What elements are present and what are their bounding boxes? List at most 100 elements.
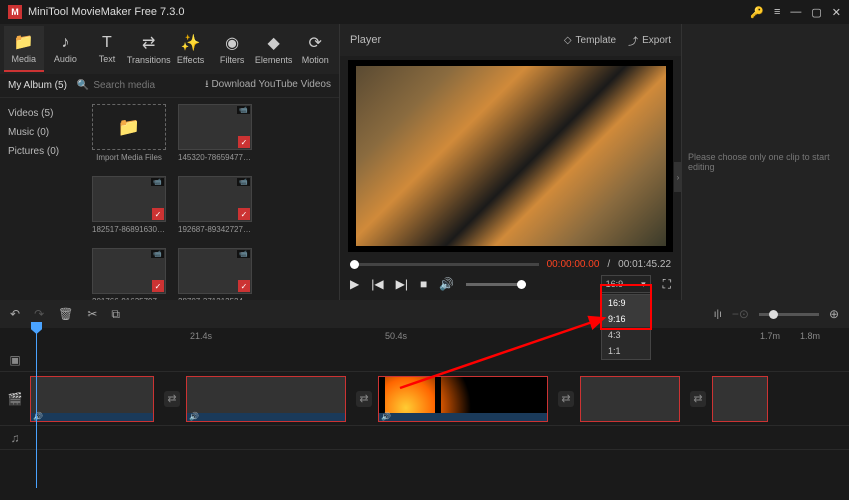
stop-button[interactable]: ■ — [420, 277, 427, 291]
album-label[interactable]: My Album (5) — [8, 80, 67, 91]
ratio-option[interactable]: 9:16 — [602, 311, 650, 327]
play-button[interactable]: ▶ — [350, 277, 359, 291]
maximize-button[interactable]: ▢ — [811, 6, 821, 19]
toolbar-elements[interactable]: ◆Elements — [254, 26, 294, 72]
download-icon: ⭳ — [205, 79, 209, 90]
seek-bar[interactable] — [350, 263, 539, 266]
media-category-sidebar: Videos (5)Music (0)Pictures (0) — [0, 98, 84, 300]
toolbar-media[interactable]: 📁Media — [4, 26, 44, 72]
media-category[interactable]: Music (0) — [0, 123, 84, 142]
timeline-clip[interactable] — [580, 376, 680, 422]
prev-frame-button[interactable]: |◀ — [371, 277, 383, 291]
search-input[interactable]: 🔍 Search media — [77, 80, 205, 91]
effects-icon: ✨ — [181, 33, 201, 53]
ruler-mark: 1.8m — [800, 331, 820, 341]
media-category[interactable]: Videos (5) — [0, 104, 84, 123]
template-button[interactable]: ◇ Template — [564, 35, 616, 46]
media-library-panel: 📁Media♪AudioTText⇄Transitions✨Effects◉Fi… — [0, 24, 340, 300]
close-button[interactable]: ✕ — [832, 6, 841, 19]
volume-icon[interactable]: 🔊 — [439, 277, 454, 291]
elements-icon: ◆ — [268, 33, 280, 53]
video-badge-icon: 📹 — [237, 106, 250, 114]
properties-empty-message: Please choose only one clip to start edi… — [682, 152, 849, 172]
media-icon: 📁 — [14, 32, 34, 52]
timeline-clip[interactable]: 🔊 — [186, 376, 346, 422]
volume-slider[interactable] — [466, 283, 526, 286]
check-icon: ✓ — [152, 208, 164, 220]
track-label-audio-icon[interactable]: ♫ — [0, 431, 30, 445]
toolbar-filters[interactable]: ◉Filters — [212, 26, 252, 72]
ratio-option[interactable]: 1:1 — [602, 343, 650, 359]
check-icon: ✓ — [238, 280, 250, 292]
toolbar-audio[interactable]: ♪Audio — [46, 26, 86, 72]
toolbar-motion[interactable]: ⟳Motion — [295, 26, 335, 72]
toolbar-effects[interactable]: ✨Effects — [171, 26, 211, 72]
minimize-button[interactable]: — — [790, 6, 801, 18]
media-clip[interactable]: 📹✓145320-786594776... — [176, 104, 254, 168]
video-badge-icon: 📹 — [151, 178, 164, 186]
clip-audio-icon: 🔊 — [33, 412, 43, 421]
media-clip[interactable]: 📹✓201766-916357972... — [90, 248, 168, 300]
playhead[interactable] — [36, 328, 37, 488]
panel-collapse-handle[interactable]: › — [674, 162, 682, 192]
timeline-audio-icon[interactable]: ı|ı — [714, 309, 722, 320]
properties-panel: › Please choose only one clip to start e… — [681, 24, 849, 300]
player-panel: Player ◇ Template ⤴ Export 00:00:00.00 /… — [340, 24, 681, 300]
search-placeholder: Search media — [93, 80, 155, 91]
aspect-ratio-dropdown: 16:99:164:31:1 — [601, 294, 651, 360]
crop-button[interactable]: ⧉ — [111, 307, 120, 322]
video-track[interactable]: 🔊 ⇄ 🔊 ⇄ 🔊 ⇄ ⇄ — [30, 372, 849, 425]
zoom-out-button[interactable]: −⊙ — [732, 307, 749, 321]
chevron-down-icon: ▾ — [641, 279, 646, 290]
zoom-slider[interactable] — [759, 313, 819, 316]
track-label-video-icon[interactable]: 🎬 — [0, 392, 30, 406]
export-button[interactable]: ⤴ Export — [628, 33, 671, 48]
upgrade-key-icon[interactable]: 🔑 — [750, 6, 764, 19]
aspect-ratio-select[interactable]: 16:9 ▾ — [601, 275, 651, 293]
media-category[interactable]: Pictures (0) — [0, 142, 84, 161]
redo-button[interactable]: ↷ — [34, 307, 44, 321]
preview-area[interactable] — [348, 60, 673, 252]
ratio-option[interactable]: 16:9 — [602, 295, 650, 311]
folder-icon: 📁 — [118, 117, 140, 138]
media-clip[interactable]: 📹✓28707-371213524_t... — [176, 248, 254, 300]
player-title: Player — [350, 34, 552, 46]
clip-name: 145320-786594776... — [178, 153, 252, 162]
preview-frame — [356, 66, 666, 246]
download-youtube-link[interactable]: ⭳ Download YouTube Videos — [205, 77, 331, 94]
motion-icon: ⟳ — [309, 33, 322, 53]
fullscreen-button[interactable]: ⛶ — [663, 277, 671, 292]
delete-button[interactable]: 🗑 — [58, 307, 73, 321]
media-clip[interactable]: 📹✓182517-868916307... — [90, 176, 168, 240]
app-logo: M — [8, 5, 22, 19]
toolbar-transitions[interactable]: ⇄Transitions — [129, 26, 169, 72]
timeline-clip[interactable]: 🔊 — [30, 376, 154, 422]
next-frame-button[interactable]: ▶| — [396, 277, 408, 291]
check-icon: ✓ — [152, 280, 164, 292]
ruler-mark: 21.4s — [190, 331, 212, 341]
zoom-in-button[interactable]: ⊕ — [829, 307, 839, 321]
split-button[interactable]: ✂ — [87, 307, 97, 321]
menu-icon[interactable]: ≡ — [774, 6, 780, 18]
clip-audio-icon: 🔊 — [189, 412, 199, 421]
clip-name: 192687-893427276... — [178, 225, 252, 234]
audio-track[interactable] — [30, 426, 849, 449]
transition-slot[interactable]: ⇄ — [356, 391, 372, 407]
ratio-option[interactable]: 4:3 — [602, 327, 650, 343]
undo-button[interactable]: ↶ — [10, 307, 20, 321]
transition-slot[interactable]: ⇄ — [558, 391, 574, 407]
audio-icon: ♪ — [61, 34, 69, 52]
import-media-tile[interactable]: 📁Import Media Files — [90, 104, 168, 168]
timeline-clip[interactable] — [712, 376, 768, 422]
toolbar-text[interactable]: TText — [87, 26, 127, 72]
timeline-ruler[interactable]: 21.4s50.4s1.7m1.8m — [30, 328, 849, 348]
transition-slot[interactable]: ⇄ — [690, 391, 706, 407]
timeline-clip[interactable]: 🔊 — [378, 376, 548, 422]
track-label-overlay-icon[interactable]: ▣ — [0, 353, 30, 367]
transitions-icon: ⇄ — [142, 33, 155, 53]
export-icon: ⤴ — [628, 33, 638, 48]
overlay-track[interactable] — [30, 348, 849, 371]
media-clip[interactable]: 📹✓192687-893427276... — [176, 176, 254, 240]
transition-slot[interactable]: ⇄ — [164, 391, 180, 407]
template-icon: ◇ — [564, 35, 572, 46]
